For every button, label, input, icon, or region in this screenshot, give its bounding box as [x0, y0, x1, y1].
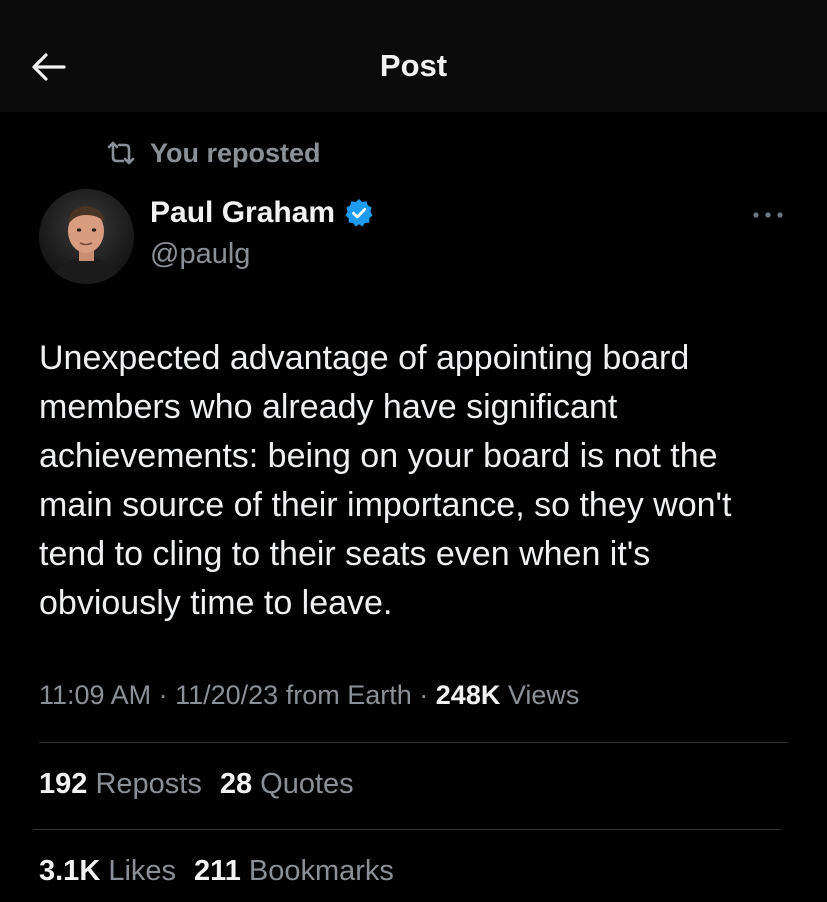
- quotes-label: Quotes: [260, 768, 354, 800]
- tweet-source: from Earth: [285, 680, 412, 710]
- tweet-date[interactable]: 11/20/23: [175, 680, 278, 710]
- author-name-row[interactable]: Paul Graham: [150, 196, 375, 230]
- bookmarks-count: 211: [194, 855, 241, 887]
- bookmarks-stat[interactable]: 211 Bookmarks: [194, 855, 394, 888]
- repost-icon: [107, 141, 135, 165]
- likes-count: 3.1K: [39, 855, 101, 887]
- post-page: Post You reposted Paul Graham @paulg Une…: [0, 0, 827, 902]
- author-name[interactable]: Paul Graham: [150, 196, 335, 230]
- reposts-count: 192: [39, 768, 88, 800]
- meta-separator: ·: [419, 680, 436, 710]
- more-horizontal-icon: [753, 212, 783, 218]
- reposts-label: Reposts: [95, 768, 202, 800]
- likes-label: Likes: [108, 855, 177, 887]
- verified-badge-icon: [345, 199, 373, 227]
- reposts-stat[interactable]: 192 Reposts: [39, 768, 202, 801]
- divider: [33, 829, 781, 830]
- page-title: Post: [379, 48, 448, 83]
- divider: [39, 742, 788, 743]
- stats-row-reposts-quotes: 192 Reposts 28 Quotes: [39, 768, 354, 801]
- meta-separator: ·: [158, 680, 176, 710]
- tweet-meta: 11:09 AM · 11/20/23 from Earth · 248K Vi…: [39, 680, 579, 711]
- header-bar: Post: [0, 0, 827, 112]
- views-count: 248K: [435, 680, 501, 710]
- avatar-image: [39, 189, 134, 284]
- tweet-time[interactable]: 11:09 AM: [39, 680, 151, 710]
- likes-stat[interactable]: 3.1K Likes: [39, 855, 176, 888]
- repost-label: You reposted: [150, 137, 321, 168]
- views-label: Views: [507, 680, 580, 710]
- repost-indicator: You reposted: [104, 136, 321, 170]
- author-handle[interactable]: @paulg: [150, 238, 250, 271]
- bookmarks-label: Bookmarks: [248, 855, 394, 887]
- quotes-count: 28: [219, 768, 253, 800]
- avatar[interactable]: [39, 189, 134, 284]
- tweet-text: Unexpected advantage of appointing board…: [39, 339, 732, 622]
- more-options-button[interactable]: [748, 205, 788, 225]
- stats-row-likes-bookmarks: 3.1K Likes 211 Bookmarks: [39, 855, 394, 888]
- quotes-stat[interactable]: 28 Quotes: [220, 768, 354, 801]
